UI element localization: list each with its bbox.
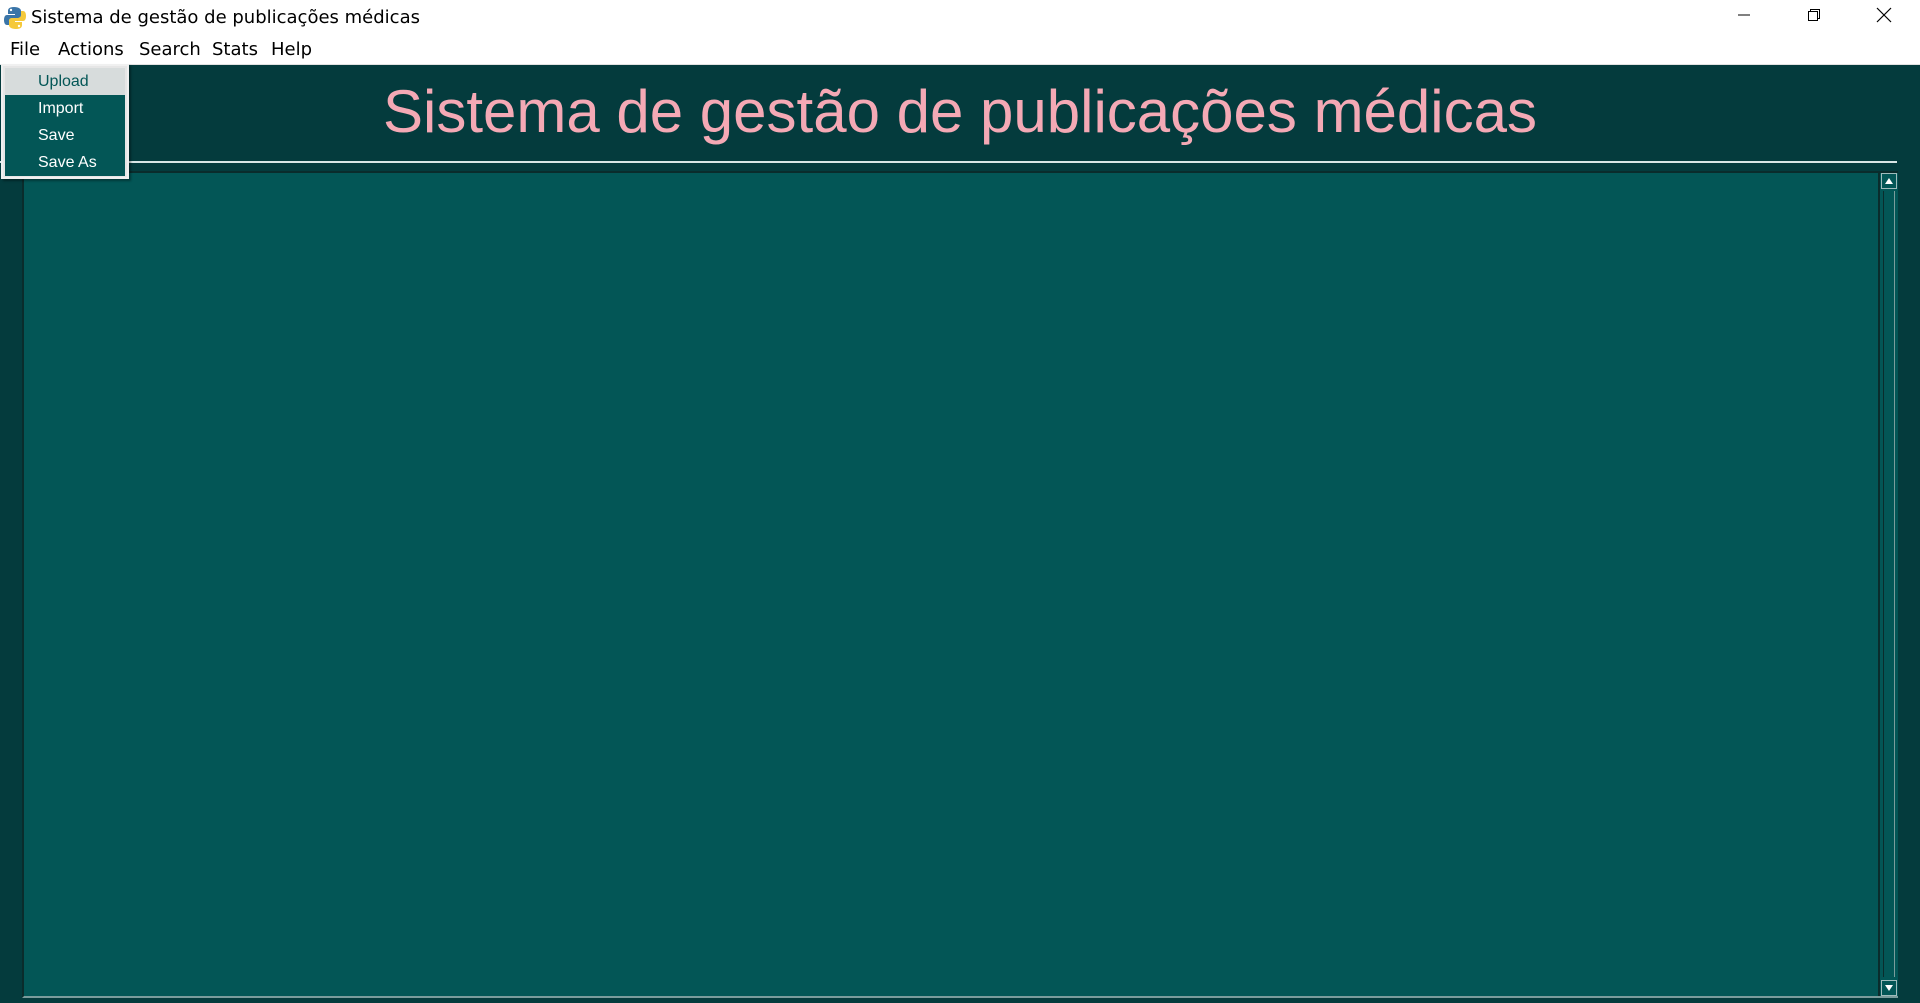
text-area[interactable] <box>24 173 1876 996</box>
close-icon <box>1876 7 1892 28</box>
minimize-button[interactable] <box>1709 0 1779 35</box>
scroll-up-button[interactable] <box>1881 173 1897 189</box>
window-title: Sistema de gestão de publicações médicas <box>31 7 420 28</box>
file-menu-dropdown: Upload Import Save Save As <box>1 64 129 179</box>
menu-item-save[interactable]: Save <box>5 122 125 149</box>
vertical-scrollbar[interactable] <box>1878 173 1898 996</box>
menu-file[interactable]: File <box>1 35 49 64</box>
main-panel: Sistema de gestão de publicações médicas <box>0 65 1920 1003</box>
app-window: Sistema de gestão de publicações médicas <box>0 0 1920 1003</box>
python-icon <box>4 6 26 30</box>
menu-search[interactable]: Search <box>130 35 210 64</box>
minimize-icon <box>1737 8 1751 27</box>
title-bar: Sistema de gestão de publicações médicas <box>0 0 1920 35</box>
menu-bar: File Actions Search Stats Help <box>0 35 1920 65</box>
close-button[interactable] <box>1849 0 1919 35</box>
restore-icon <box>1807 8 1821 27</box>
menu-stats[interactable]: Stats <box>203 35 267 64</box>
header-divider <box>0 161 1897 163</box>
menu-item-save-as[interactable]: Save As <box>5 149 125 176</box>
scroll-down-button[interactable] <box>1881 980 1897 996</box>
menu-item-upload[interactable]: Upload <box>5 68 125 95</box>
menu-item-import[interactable]: Import <box>5 95 125 122</box>
scroll-track[interactable] <box>1883 191 1895 977</box>
content-frame <box>22 171 1898 998</box>
menu-actions[interactable]: Actions <box>49 35 133 64</box>
arrow-down-icon <box>1884 979 1894 997</box>
menu-help[interactable]: Help <box>262 35 321 64</box>
restore-button[interactable] <box>1779 0 1849 35</box>
arrow-up-icon <box>1884 172 1894 190</box>
page-title: Sistema de gestão de publicações médicas <box>382 78 1537 145</box>
